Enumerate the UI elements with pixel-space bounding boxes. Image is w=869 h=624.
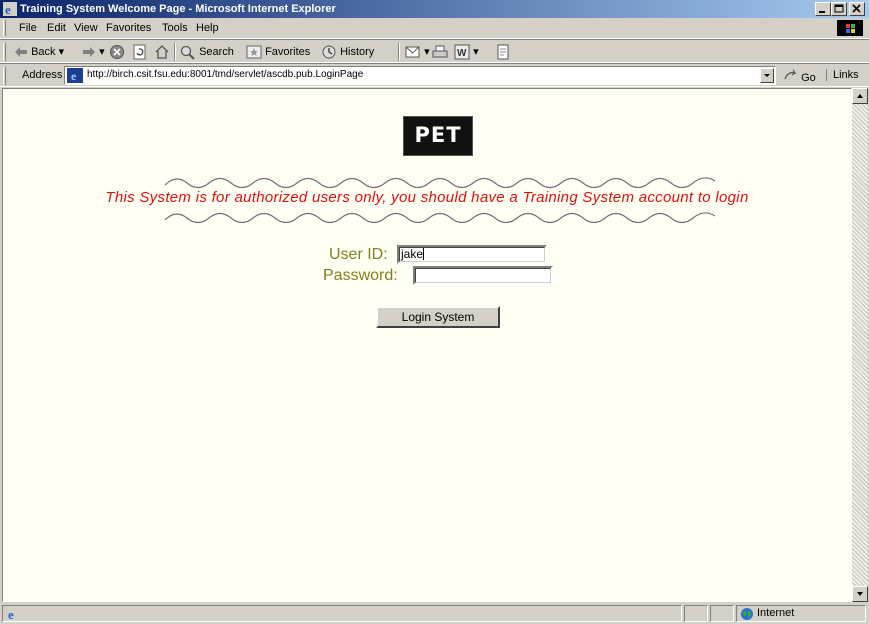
toolbar-separator bbox=[398, 43, 400, 61]
menu-help[interactable]: Help bbox=[196, 22, 219, 34]
menu-file[interactable]: File bbox=[19, 22, 37, 34]
decorative-wave-bottom bbox=[165, 212, 715, 224]
window-title: Training System Welcome Page - Microsoft… bbox=[20, 3, 336, 15]
page-content: PET This System is for authorized users … bbox=[2, 88, 852, 602]
menu-view[interactable]: View bbox=[74, 22, 98, 34]
scroll-down-icon bbox=[857, 592, 863, 596]
logo-text: PET bbox=[414, 123, 462, 147]
address-label: Address bbox=[22, 69, 63, 81]
home-icon bbox=[155, 45, 169, 59]
address-dropdown-button[interactable] bbox=[760, 68, 774, 83]
status-zone: Internet bbox=[736, 605, 866, 622]
history-label: History bbox=[340, 46, 375, 58]
minimize-button[interactable] bbox=[815, 2, 831, 16]
toolbar-grip bbox=[3, 43, 6, 61]
back-button[interactable]: Back ▾ bbox=[14, 44, 64, 60]
status-progress-cell bbox=[684, 605, 708, 622]
svg-text:W: W bbox=[457, 48, 467, 59]
menu-bar: File Edit View Favorites Tools Help bbox=[0, 18, 869, 39]
favorites-star-icon bbox=[246, 45, 262, 59]
decorative-wave-top bbox=[165, 177, 715, 189]
stop-icon bbox=[110, 45, 124, 60]
close-icon bbox=[852, 4, 861, 13]
password-label: Password: bbox=[323, 267, 398, 284]
mail-dropdown-icon: ▾ bbox=[424, 46, 430, 58]
forward-dropdown-icon: ▾ bbox=[99, 46, 105, 58]
search-icon bbox=[180, 45, 195, 60]
minimize-icon bbox=[819, 11, 825, 13]
title-bar: e Training System Welcome Page - Microso… bbox=[0, 0, 869, 18]
windows-logo-icon bbox=[837, 20, 863, 36]
back-arrow-icon bbox=[15, 47, 27, 58]
print-icon bbox=[432, 45, 448, 58]
scroll-up-button[interactable] bbox=[852, 88, 868, 104]
go-button[interactable]: Go bbox=[784, 69, 816, 84]
refresh-icon bbox=[133, 44, 146, 60]
menu-favorites[interactable]: Favorites bbox=[106, 22, 151, 34]
home-button[interactable] bbox=[154, 44, 170, 60]
chevron-down-icon bbox=[764, 74, 770, 77]
userid-label: User ID: bbox=[329, 246, 388, 263]
status-bar: e Internet bbox=[0, 603, 869, 624]
go-arrow-icon bbox=[784, 69, 797, 80]
edit-word-button[interactable]: W ▾ bbox=[454, 44, 479, 60]
history-button[interactable]: History bbox=[321, 44, 374, 60]
forward-button[interactable]: ▾ bbox=[82, 44, 105, 60]
svg-text:e: e bbox=[8, 607, 14, 621]
password-input-bevel bbox=[415, 268, 551, 283]
go-label: Go bbox=[801, 72, 816, 84]
status-security-cell bbox=[710, 605, 734, 622]
menu-edit[interactable]: Edit bbox=[47, 22, 66, 34]
mail-button[interactable]: ▾ bbox=[405, 44, 430, 60]
standard-toolbar: Back ▾ ▾ Search Favorites History ▾ W ▾ bbox=[0, 39, 869, 63]
search-label: Search bbox=[199, 46, 234, 58]
address-grip bbox=[3, 67, 6, 85]
menu-tools[interactable]: Tools bbox=[162, 22, 188, 34]
pet-logo: PET bbox=[403, 116, 473, 156]
ie-logo-icon: e bbox=[3, 2, 17, 16]
maximize-icon bbox=[834, 4, 844, 13]
page-status-icon: e bbox=[6, 607, 20, 621]
maximize-button[interactable] bbox=[831, 2, 847, 16]
vertical-scrollbar[interactable] bbox=[852, 88, 868, 602]
authorization-notice: This System is for authorized users only… bbox=[105, 189, 749, 206]
page-icon: e bbox=[67, 68, 83, 83]
discuss-icon bbox=[497, 44, 509, 60]
close-button[interactable] bbox=[849, 2, 865, 16]
back-label: Back bbox=[31, 46, 56, 58]
menu-grip bbox=[3, 20, 6, 36]
address-bar: Address e http://birch.csit.fsu.edu:8001… bbox=[0, 63, 869, 87]
word-icon: W bbox=[454, 44, 470, 60]
scroll-down-button[interactable] bbox=[852, 586, 868, 602]
zone-label: Internet bbox=[757, 607, 795, 619]
address-input[interactable]: e http://birch.csit.fsu.edu:8001/tmd/ser… bbox=[64, 66, 776, 85]
refresh-button[interactable] bbox=[132, 44, 148, 60]
svg-text:e: e bbox=[5, 2, 11, 16]
browser-window: e Training System Welcome Page - Microso… bbox=[0, 0, 869, 624]
search-button[interactable]: Search bbox=[180, 44, 234, 60]
svg-text:e: e bbox=[71, 69, 77, 83]
password-input[interactable] bbox=[413, 266, 553, 285]
print-button[interactable] bbox=[432, 44, 448, 60]
status-main: e bbox=[2, 605, 682, 622]
globe-icon bbox=[741, 608, 753, 620]
discuss-button[interactable] bbox=[495, 44, 511, 60]
forward-arrow-icon bbox=[83, 47, 95, 58]
links-button[interactable]: Links bbox=[826, 69, 859, 81]
favorites-button[interactable]: Favorites bbox=[246, 44, 310, 60]
address-url: http://birch.csit.fsu.edu:8001/tmd/servl… bbox=[87, 69, 364, 80]
history-icon bbox=[322, 45, 336, 59]
userid-input[interactable]: jake bbox=[397, 245, 547, 264]
login-button[interactable]: Login System bbox=[376, 306, 500, 328]
toolbar-separator bbox=[174, 43, 176, 61]
stop-button[interactable] bbox=[109, 44, 125, 60]
scroll-up-icon bbox=[857, 94, 863, 98]
userid-input-bevel bbox=[399, 247, 545, 262]
back-dropdown-icon: ▾ bbox=[58, 46, 65, 58]
mail-icon bbox=[405, 46, 420, 58]
edit-dropdown-icon: ▾ bbox=[473, 46, 479, 58]
favorites-label: Favorites bbox=[265, 46, 311, 58]
